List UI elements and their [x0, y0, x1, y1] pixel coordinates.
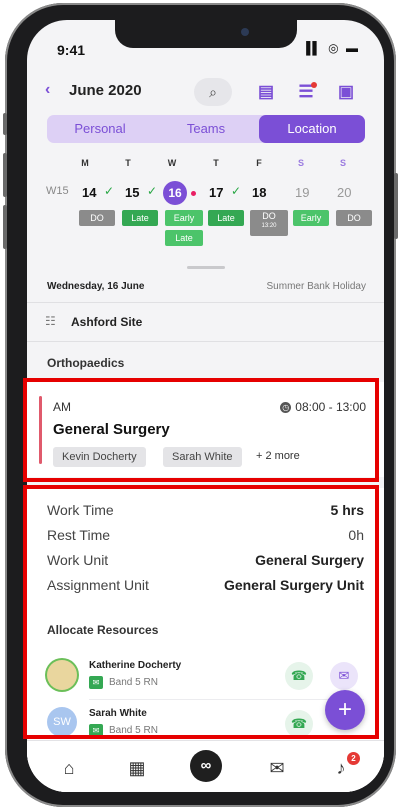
- shift-chip-late[interactable]: Late: [208, 210, 244, 226]
- view-segmented-control: Personal Teams Location: [47, 115, 365, 143]
- highlight-details-panel: [23, 485, 379, 739]
- day-15[interactable]: 15: [125, 185, 139, 200]
- home-icon[interactable]: ⌂: [55, 755, 83, 781]
- shift-chip-late[interactable]: Late: [165, 230, 203, 246]
- tab-teams[interactable]: Teams: [153, 115, 259, 143]
- camera-icon: [241, 28, 249, 36]
- check-icon: ✓: [231, 184, 242, 198]
- holiday-label: Summer Bank Holiday: [266, 281, 366, 292]
- sheet-grabber[interactable]: [187, 266, 225, 269]
- weekday-wed: W: [167, 158, 177, 168]
- shift-chip-early[interactable]: Early: [293, 210, 329, 226]
- day-20[interactable]: 20: [337, 185, 351, 200]
- weekday-sun: S: [339, 158, 346, 168]
- shift-chip-time: 13:20: [261, 223, 277, 229]
- layout-icon[interactable]: ▤: [252, 78, 280, 106]
- shift-chip-do[interactable]: DO 13:20: [250, 210, 288, 236]
- shift-chip-do[interactable]: DO: [79, 210, 115, 226]
- weekday-fri: F: [256, 158, 262, 168]
- weekday-sat: S: [297, 158, 304, 168]
- back-chevron-icon[interactable]: ‹: [45, 81, 50, 99]
- day-18[interactable]: 18: [252, 185, 266, 200]
- chat-icon[interactable]: ✉: [263, 755, 291, 781]
- site-name: Ashford Site: [71, 315, 143, 329]
- weekday-tue: T: [125, 158, 131, 168]
- mute-switch: [3, 113, 7, 135]
- volume-down-button: [3, 205, 7, 249]
- weekday-mon: M: [81, 158, 89, 168]
- event-dot: [191, 191, 196, 196]
- check-icon: ✓: [104, 184, 115, 198]
- week-number: W15: [46, 185, 69, 197]
- calendar-tab-icon[interactable]: ▦: [123, 755, 151, 781]
- highlight-shift-card: [23, 378, 379, 482]
- day-17[interactable]: 17: [209, 185, 223, 200]
- tab-location[interactable]: Location: [259, 115, 365, 143]
- day-16-today[interactable]: 16: [163, 181, 187, 205]
- infinity-icon[interactable]: ∞: [190, 750, 222, 782]
- day-19[interactable]: 19: [295, 185, 309, 200]
- site-row[interactable]: ☷ Ashford Site: [27, 302, 384, 342]
- notch: [115, 20, 297, 48]
- notification-badge: 2: [347, 752, 360, 765]
- status-time: 9:41: [57, 42, 86, 58]
- calendar-icon[interactable]: ▣: [332, 78, 360, 106]
- shift-chip-label: DO: [262, 211, 276, 221]
- month-title[interactable]: June 2020: [69, 82, 142, 99]
- shift-chip-late[interactable]: Late: [122, 210, 158, 226]
- signal-wifi-battery-icon: ▐▌ ◎ ▬: [301, 41, 360, 55]
- tab-personal[interactable]: Personal: [47, 115, 153, 143]
- top-bar: ‹ June 2020 ⌕ ▤ ☰ ▣: [27, 70, 384, 110]
- check-icon: ✓: [147, 184, 158, 198]
- selected-date: Wednesday, 16 June: [47, 281, 145, 292]
- shift-chip-early[interactable]: Early: [165, 210, 203, 226]
- weekday-thu: T: [213, 158, 219, 168]
- building-icon: ☷: [45, 314, 56, 328]
- department-heading: Orthopaedics: [47, 356, 125, 370]
- volume-up-button: [3, 153, 7, 197]
- filter-icon[interactable]: ☰: [292, 78, 320, 106]
- day-14[interactable]: 14: [82, 185, 96, 200]
- bottom-tab-bar: ⌂ ▦ ∞ ✉ ♪ 2: [27, 740, 384, 792]
- filter-indicator-dot: [311, 82, 317, 88]
- power-button: [394, 173, 398, 239]
- shift-chip-do[interactable]: DO: [336, 210, 372, 226]
- search-button[interactable]: ⌕: [194, 78, 232, 106]
